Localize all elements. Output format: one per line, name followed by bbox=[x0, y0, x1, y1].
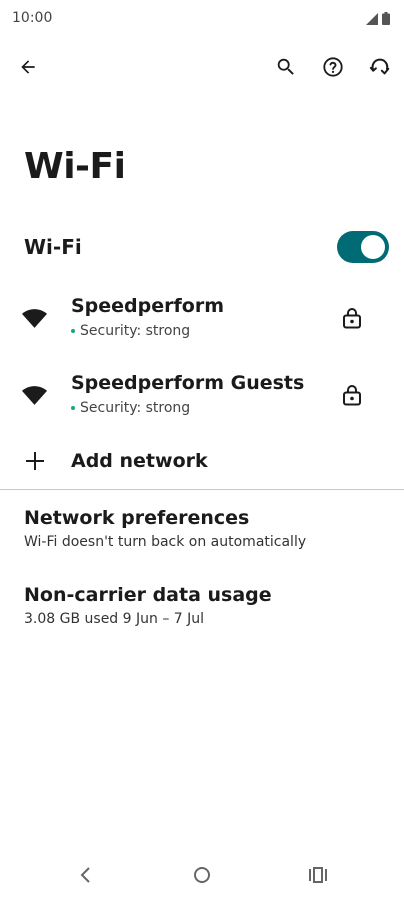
network-item[interactable]: Speedperform Security: strong bbox=[0, 285, 404, 355]
network-preferences-item[interactable]: Network preferences Wi-Fi doesn't turn b… bbox=[0, 500, 404, 560]
wifi-toggle-switch[interactable] bbox=[337, 231, 389, 263]
add-icon bbox=[26, 452, 44, 470]
data-usage-item[interactable]: Non-carrier data usage 3.08 GB used 9 Ju… bbox=[0, 577, 404, 637]
status-dot bbox=[71, 406, 75, 410]
reset-network-icon bbox=[369, 58, 390, 75]
search-icon bbox=[277, 58, 294, 75]
add-network-row[interactable]: Add network bbox=[0, 440, 404, 484]
network-security: Security: strong bbox=[71, 400, 190, 416]
lock-icon bbox=[343, 385, 361, 406]
back-nav-icon bbox=[80, 867, 90, 883]
battery-icon bbox=[382, 12, 390, 25]
search-button[interactable] bbox=[266, 47, 306, 87]
nav-home-button[interactable] bbox=[182, 855, 222, 895]
system-nav-bar bbox=[0, 850, 404, 900]
signal-icon bbox=[366, 12, 378, 25]
recents-nav-icon bbox=[309, 867, 327, 883]
page-title: Wi-Fi bbox=[24, 146, 126, 187]
home-nav-icon bbox=[194, 867, 210, 883]
network-name: Speedperform bbox=[71, 295, 225, 317]
preference-title: Non-carrier data usage bbox=[24, 584, 272, 606]
lock-icon bbox=[343, 308, 361, 329]
help-button[interactable] bbox=[313, 47, 353, 87]
network-name: Speedperform Guests bbox=[71, 372, 305, 394]
network-security: Security: strong bbox=[71, 323, 190, 339]
preference-title: Network preferences bbox=[24, 507, 250, 529]
status-icons bbox=[366, 12, 390, 25]
wifi-signal-icon bbox=[22, 309, 47, 328]
status-dot bbox=[71, 329, 75, 333]
reset-network-button[interactable] bbox=[360, 47, 400, 87]
status-time: 10:00 bbox=[12, 10, 53, 26]
wifi-toggle-label: Wi-Fi bbox=[24, 235, 82, 259]
network-item[interactable]: Speedperform Guests Security: strong bbox=[0, 362, 404, 432]
network-security-text: Security: strong bbox=[80, 400, 191, 416]
section-divider bbox=[0, 489, 404, 490]
wifi-signal-icon bbox=[22, 386, 47, 405]
arrow-back-icon bbox=[21, 60, 35, 74]
preference-subtitle: 3.08 GB used 9 Jun – 7 Jul bbox=[24, 611, 205, 627]
nav-recents-button[interactable] bbox=[298, 855, 338, 895]
back-button[interactable] bbox=[8, 47, 48, 87]
preference-subtitle: Wi-Fi doesn't turn back on automatically bbox=[24, 534, 307, 550]
help-icon bbox=[323, 57, 343, 77]
network-security-text: Security: strong bbox=[80, 323, 191, 339]
toggle-knob bbox=[361, 235, 385, 259]
nav-back-button[interactable] bbox=[65, 855, 105, 895]
add-network-label: Add network bbox=[71, 450, 208, 472]
